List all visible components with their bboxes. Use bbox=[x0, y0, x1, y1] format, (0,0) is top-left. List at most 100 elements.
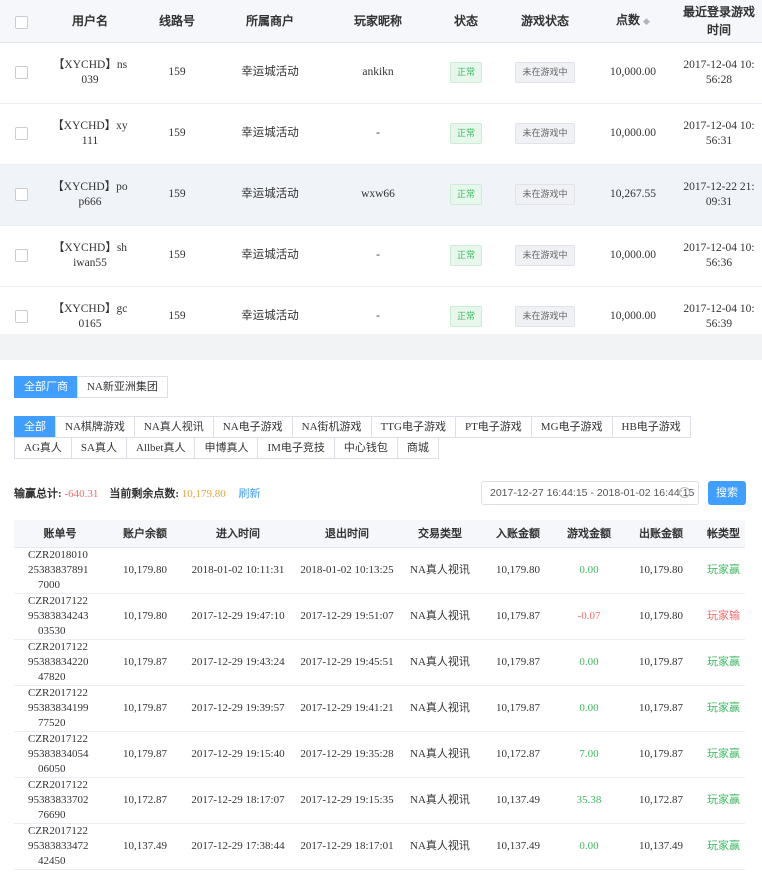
line-cell: 159 bbox=[138, 42, 216, 104]
login-time-cell: 2017-12-22 21: 09:31 bbox=[676, 164, 762, 226]
tx-type-cell: NA真人视讯 bbox=[402, 593, 478, 640]
balance-cell: 10,179.80 bbox=[106, 593, 184, 640]
row-checkbox[interactable] bbox=[14, 65, 28, 79]
username-line2: 039 bbox=[81, 73, 99, 86]
username-cell: 【XYCHD】ns 039 bbox=[42, 42, 138, 104]
row-checkbox[interactable] bbox=[14, 309, 28, 323]
game-filter-button[interactable]: AG真人 bbox=[14, 437, 72, 459]
tx-header-cell: 入账金额 bbox=[478, 520, 558, 548]
login-time-cell: 2017-12-04 10: 56:31 bbox=[676, 103, 762, 165]
header-line: 线路号 bbox=[138, 0, 216, 43]
bill-number-cell: CZR2018010 25383837891 7000 bbox=[14, 547, 106, 594]
row-checkbox-cell bbox=[0, 225, 42, 287]
select-all-checkbox[interactable] bbox=[14, 15, 28, 29]
tx-type-cell: NA真人视讯 bbox=[402, 777, 478, 824]
game-status-badge: 未在游戏中 bbox=[515, 184, 575, 205]
players-table-header: 用户名 线路号 所属商户 玩家昵称 状态 游戏状态 点数◆ 最近登录游戏时间 操… bbox=[0, 0, 762, 43]
game-filter-button[interactable]: IM电子竞技 bbox=[257, 437, 335, 459]
status-badge: 正常 bbox=[449, 184, 482, 205]
table-row: CZR2017122 95383834054 06050 10,179.87 2017-… bbox=[14, 731, 745, 778]
game-filter-button[interactable]: NA电子游戏 bbox=[212, 416, 293, 438]
header-points-label: 点数 bbox=[616, 13, 641, 28]
date-range-value: 2017-12-27 16:44:15 - 2018-01-02 16:44:1… bbox=[490, 487, 695, 499]
game-amount-cell: 0.00 bbox=[558, 685, 620, 732]
status-cell: 正常 bbox=[432, 164, 500, 226]
header-login-time-line1: 最近登录游戏 bbox=[682, 4, 755, 19]
bill-number-line3: 42450 bbox=[38, 854, 66, 867]
table-row: 【XYCHD】xy 111 159 幸运城活动 - 正常 未在游戏中 10,000.00 201… bbox=[0, 103, 762, 165]
game-status-badge: 未在游戏中 bbox=[515, 306, 575, 327]
row-checkbox[interactable] bbox=[14, 248, 28, 262]
tx-type-cell: NA真人视讯 bbox=[402, 823, 478, 870]
points-cell: 10,000.00 bbox=[590, 225, 676, 287]
table-row: CZR2018010 25383837891 7000 10,179.80 2018-0… bbox=[14, 547, 745, 594]
table-row: CZR2017122 95383833702 76690 10,172.87 2017-… bbox=[14, 777, 745, 824]
points-cell: 10,000.00 bbox=[590, 42, 676, 104]
game-filter-button[interactable]: Allbet真人 bbox=[125, 437, 196, 459]
out-amount-cell: 10,137.49 bbox=[620, 823, 702, 870]
balance-cell: 10,179.87 bbox=[106, 731, 184, 778]
status-cell: 正常 bbox=[432, 42, 500, 104]
exit-time-cell: 2017-12-29 19:45:51 bbox=[292, 639, 402, 686]
game-filter-button[interactable]: 中心钱包 bbox=[333, 437, 398, 459]
balance-cell: 10,179.87 bbox=[106, 639, 184, 686]
bill-number-line3: 7000 bbox=[38, 578, 60, 591]
game-filter-button[interactable]: NA真人视讯 bbox=[133, 416, 214, 438]
row-checkbox[interactable] bbox=[14, 126, 28, 140]
account-type-cell: 玩家赢 bbox=[702, 639, 745, 686]
in-amount-cell: 10,179.87 bbox=[478, 685, 558, 732]
select-all-checkbox-cell bbox=[0, 0, 42, 43]
bill-number-line2: 25383837891 bbox=[28, 563, 89, 576]
date-range-picker[interactable]: 2017-12-27 16:44:15 - 2018-01-02 16:44:1… bbox=[481, 481, 699, 505]
sort-icon[interactable]: ◆ bbox=[643, 12, 650, 30]
account-type-cell: 玩家输 bbox=[702, 593, 745, 640]
transactions-table-container: 账单号 账户余额 进入时间 退出时间 交易类型 入账金额 游戏金额 出账金额 帐类型 CZR20… bbox=[14, 520, 745, 870]
status-badge: 正常 bbox=[449, 123, 482, 144]
username-cell: 【XYCHD】sh iwan55 bbox=[42, 225, 138, 287]
row-checkbox[interactable] bbox=[14, 187, 28, 201]
login-time-line2: 56:28 bbox=[705, 73, 733, 86]
game-status-cell: 未在游戏中 bbox=[500, 164, 590, 226]
vendor-all-button[interactable]: 全部厂商 bbox=[14, 376, 78, 398]
tx-header-cell: 游戏金额 bbox=[558, 520, 620, 548]
nickname-cell: - bbox=[324, 103, 432, 165]
summary-bar: 输赢总计: -640.31 当前剩余点数: 10,179.80 刷新 bbox=[14, 485, 261, 501]
username-line2: iwan55 bbox=[73, 256, 107, 269]
header-username: 用户名 bbox=[42, 0, 138, 43]
table-row: 【XYCHD】ns 039 159 幸运城活动 ankikn 正常 未在游戏中 10,000.… bbox=[0, 42, 762, 104]
bill-number-line1: CZR2017122 bbox=[28, 594, 88, 607]
exit-time-cell: 2017-12-29 19:51:07 bbox=[292, 593, 402, 640]
game-filter-button[interactable]: NA街机游戏 bbox=[291, 416, 372, 438]
vendor-na-button[interactable]: NA新亚洲集团 bbox=[77, 376, 168, 398]
game-filter-button[interactable]: 申博真人 bbox=[194, 437, 259, 459]
search-button[interactable]: 搜索 bbox=[708, 481, 746, 505]
game-filter-button[interactable]: NA棋牌游戏 bbox=[55, 416, 135, 438]
row-checkbox-cell bbox=[0, 42, 42, 104]
enter-time-cell: 2017-12-29 19:43:24 bbox=[184, 639, 292, 686]
game-filter-button[interactable]: 全部 bbox=[14, 416, 56, 438]
game-filter-button[interactable]: HB电子游戏 bbox=[611, 416, 691, 438]
header-points[interactable]: 点数 ◆ bbox=[590, 0, 676, 43]
game-filter-button[interactable]: TTG电子游戏 bbox=[370, 416, 456, 438]
in-amount-cell: 10,137.49 bbox=[478, 777, 558, 824]
game-status-badge: 未在游戏中 bbox=[515, 62, 575, 83]
game-filter-button[interactable]: MG电子游戏 bbox=[530, 416, 613, 438]
tx-type-cell: NA真人视讯 bbox=[402, 639, 478, 686]
bill-number-line3: 06050 bbox=[38, 762, 66, 775]
bill-number-line3: 47820 bbox=[38, 670, 66, 683]
bill-number-line1: CZR2017122 bbox=[28, 824, 88, 837]
refresh-link[interactable]: 刷新 bbox=[239, 488, 261, 500]
points-cell: 10,000.00 bbox=[590, 103, 676, 165]
win-total-value: -640.31 bbox=[64, 488, 99, 500]
game-filter-button[interactable]: PT电子游戏 bbox=[454, 416, 532, 438]
game-filter-button[interactable]: SA真人 bbox=[70, 437, 127, 459]
game-filter-button[interactable]: 商城 bbox=[396, 437, 439, 459]
account-type-cell: 玩家赢 bbox=[702, 777, 745, 824]
status-badge: 正常 bbox=[449, 62, 482, 83]
in-amount-cell: 10,179.87 bbox=[478, 639, 558, 686]
transactions-table: 账单号 账户余额 进入时间 退出时间 交易类型 入账金额 游戏金额 出账金额 帐类型 CZR20… bbox=[14, 520, 745, 870]
username-line2: p666 bbox=[78, 195, 102, 208]
remaining-points-value: 10,179.80 bbox=[181, 488, 226, 500]
header-login-time: 最近登录游戏 时间 bbox=[676, 0, 762, 43]
win-total-label: 输赢总计: bbox=[14, 488, 62, 500]
